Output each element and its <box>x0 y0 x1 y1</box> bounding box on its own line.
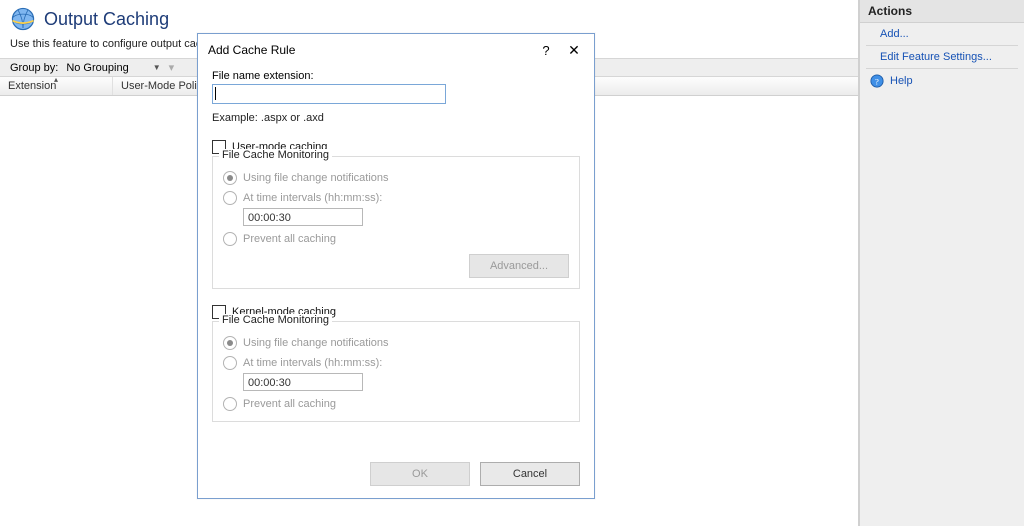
action-help[interactable]: ? Help <box>860 69 1024 93</box>
radio-icon <box>223 232 237 246</box>
user-mode-group-title: File Cache Monitoring <box>219 149 332 161</box>
text-caret <box>215 87 216 100</box>
group-by-label: Group by: <box>10 62 58 74</box>
group-by-select[interactable]: No Grouping ▼ <box>62 62 164 74</box>
dialog-title: Add Cache Rule <box>208 43 532 57</box>
radio-icon <box>223 397 237 411</box>
group-by-separator: ▾ <box>169 61 175 74</box>
user-mode-groupbox: File Cache Monitoring Using file change … <box>212 156 580 289</box>
page-header: Output Caching <box>0 0 858 36</box>
output-caching-icon <box>10 6 36 32</box>
help-icon: ? <box>870 74 884 88</box>
radio-icon <box>223 336 237 350</box>
user-mode-radio-interval: At time intervals (hh:mm:ss): <box>223 191 569 205</box>
actions-pane: Actions Add... Edit Feature Settings... … <box>859 0 1024 526</box>
sort-asc-icon: ▴ <box>54 75 58 84</box>
page-title: Output Caching <box>44 9 169 30</box>
file-extension-input[interactable] <box>212 84 446 104</box>
user-mode-radio-prevent: Prevent all caching <box>223 232 569 246</box>
add-cache-rule-dialog: Add Cache Rule ? ✕ File name extension: … <box>197 33 595 499</box>
dialog-titlebar: Add Cache Rule ? ✕ <box>198 34 594 68</box>
column-extension[interactable]: ▴ Extension <box>0 77 113 95</box>
kernel-mode-interval-input: 00:00:30 <box>243 373 363 391</box>
action-edit-feature-settings[interactable]: Edit Feature Settings... <box>860 46 1024 68</box>
user-mode-interval-input: 00:00:30 <box>243 208 363 226</box>
user-mode-radio-notify: Using file change notifications <box>223 171 569 185</box>
kernel-mode-groupbox: File Cache Monitoring Using file change … <box>212 321 580 422</box>
advanced-button: Advanced... <box>469 254 569 278</box>
actions-title: Actions <box>860 0 1024 23</box>
dialog-footer: OK Cancel <box>198 454 594 498</box>
dialog-help-button[interactable]: ? <box>532 40 560 60</box>
svg-text:?: ? <box>875 77 879 87</box>
kernel-mode-radio-prevent: Prevent all caching <box>223 397 569 411</box>
radio-icon <box>223 191 237 205</box>
radio-icon <box>223 356 237 370</box>
kernel-mode-group-title: File Cache Monitoring <box>219 314 332 326</box>
action-add[interactable]: Add... <box>860 23 1024 45</box>
dialog-close-button[interactable]: ✕ <box>560 40 588 60</box>
kernel-mode-radio-notify: Using file change notifications <box>223 336 569 350</box>
file-extension-example: Example: .aspx or .axd <box>212 112 580 124</box>
kernel-mode-radio-interval: At time intervals (hh:mm:ss): <box>223 356 569 370</box>
radio-icon <box>223 171 237 185</box>
chevron-down-icon: ▼ <box>153 63 161 72</box>
ok-button: OK <box>370 462 470 486</box>
main-pane: Output Caching Use this feature to confi… <box>0 0 859 526</box>
file-extension-label: File name extension: <box>212 70 580 82</box>
cancel-button[interactable]: Cancel <box>480 462 580 486</box>
group-by-value: No Grouping <box>66 62 128 74</box>
